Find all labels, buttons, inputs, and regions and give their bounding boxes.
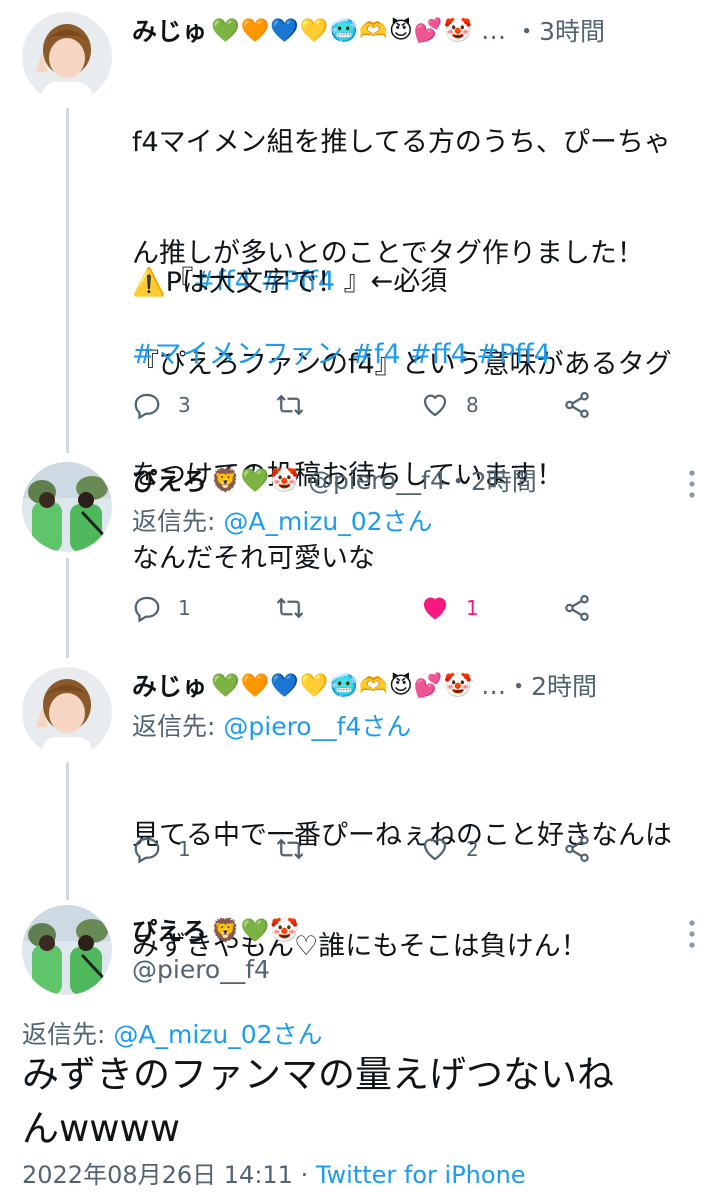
share-icon bbox=[565, 836, 589, 862]
tweet-header: みじゅ 💚🧡💙💛🥶🫶😈💕🤡 … ・2時間 bbox=[132, 665, 686, 705]
reply-context: 返信先: @A_mizu_02さん bbox=[22, 1015, 323, 1051]
tweet-header: ぴえろ 🦁💚🤡 @piero__f4 ・2時間 bbox=[132, 460, 686, 500]
more-icon[interactable] bbox=[688, 464, 696, 504]
name-ellipsis: … bbox=[481, 670, 507, 700]
tweet[interactable]: みじゅ 💚🧡💙💛🥶🫶😈💕🤡 … ・3時間 f4マイメン組を推してる方のうち、ぴー… bbox=[0, 0, 706, 491]
reply-target-link[interactable]: @A_mizu_02さん bbox=[223, 507, 432, 536]
tweet-header: みじゅ 💚🧡💙💛🥶🫶😈💕🤡 … ・3時間 bbox=[132, 10, 686, 50]
tweet-header: ぴえろ 🦁💚🤡 bbox=[132, 910, 686, 950]
display-name[interactable]: ぴえろ bbox=[132, 462, 207, 498]
reply-button[interactable]: 1 bbox=[132, 829, 191, 869]
tweet-text: なんだそれ可愛いな bbox=[132, 543, 375, 574]
name-emojis: 🦁💚🤡 bbox=[211, 467, 300, 494]
share-button[interactable] bbox=[562, 385, 592, 425]
action-bar: 1 2 bbox=[132, 829, 602, 869]
reply-label: 返信先: bbox=[132, 712, 224, 741]
heart-icon bbox=[423, 597, 447, 620]
retweet-button[interactable] bbox=[275, 588, 305, 628]
reply-context: 返信先: @A_mizu_02さん bbox=[132, 502, 433, 538]
timestamp[interactable]: ・2時間 bbox=[506, 667, 597, 703]
avatar[interactable] bbox=[22, 462, 112, 552]
handle[interactable]: @piero__f4 bbox=[308, 466, 446, 495]
tweet[interactable]: ぴえろ 🦁💚🤡 @piero__f4 ・2時間 返信先: @A_mizu_02さ… bbox=[0, 450, 706, 655]
retweet-icon bbox=[276, 597, 304, 619]
tweet-meta: 2022年08月26日 14:11 · Twitter for iPhone bbox=[22, 1155, 526, 1190]
retweet-icon bbox=[276, 838, 304, 860]
share-icon bbox=[565, 595, 589, 621]
avatar[interactable] bbox=[22, 12, 112, 102]
timestamp[interactable]: ・2時間 bbox=[446, 462, 537, 498]
retweet-icon bbox=[276, 394, 304, 416]
display-name[interactable]: ぴえろ bbox=[132, 912, 207, 948]
text-line: みずきのファンマの量えげつないね bbox=[22, 1053, 614, 1096]
display-name[interactable]: みじゅ bbox=[132, 12, 207, 48]
reply-button[interactable]: 3 bbox=[132, 385, 191, 425]
name-emojis: 💚🧡💙💛🥶🫶😈💕🤡 bbox=[211, 672, 474, 699]
warning-line: ⚠️Pは大文字で！ bbox=[132, 267, 344, 298]
like-button[interactable]: 8 bbox=[420, 385, 479, 425]
name-emojis: 💚🧡💙💛🥶🫶😈💕🤡 bbox=[211, 17, 474, 44]
share-button[interactable] bbox=[562, 829, 592, 869]
action-bar: 1 1 bbox=[132, 588, 602, 628]
like-count: 2 bbox=[466, 837, 479, 861]
heart-icon bbox=[423, 838, 447, 861]
avatar[interactable] bbox=[22, 905, 112, 995]
more-icon[interactable] bbox=[688, 914, 696, 954]
reply-target-link[interactable]: @A_mizu_02さん bbox=[113, 1020, 322, 1049]
reply-icon bbox=[134, 596, 160, 623]
like-button[interactable]: 2 bbox=[420, 829, 479, 869]
retweet-button[interactable] bbox=[275, 829, 305, 869]
reply-count: 3 bbox=[178, 393, 191, 417]
reply-button[interactable]: 1 bbox=[132, 588, 191, 628]
text-line: f4マイメン組を推してる方のうち、ぴーちゃ bbox=[132, 127, 671, 158]
hashtag-links[interactable]: #マイメンファン #f4 #ff4 #Pff4 bbox=[132, 336, 686, 373]
display-name[interactable]: みじゅ bbox=[132, 667, 207, 703]
source-link[interactable]: Twitter for iPhone bbox=[316, 1161, 526, 1189]
timestamp[interactable]: ・3時間 bbox=[514, 12, 605, 48]
reply-label: 返信先: bbox=[22, 1020, 114, 1049]
meta-separator: · bbox=[292, 1161, 316, 1189]
heart-icon bbox=[423, 394, 447, 417]
action-bar: 3 8 bbox=[132, 385, 602, 425]
text-line: んwwww bbox=[22, 1107, 181, 1150]
name-ellipsis: … bbox=[481, 15, 507, 45]
tweet[interactable]: みじゅ 💚🧡💙💛🥶🫶😈💕🤡 … ・2時間 返信先: @piero__f4さん 見… bbox=[0, 655, 706, 962]
like-count: 1 bbox=[466, 596, 479, 620]
post-timestamp[interactable]: 2022年08月26日 14:11 bbox=[22, 1161, 293, 1189]
avatar[interactable] bbox=[22, 667, 112, 757]
like-count: 8 bbox=[466, 393, 479, 417]
share-button[interactable] bbox=[562, 588, 592, 628]
tweet-text: みずきのファンマの量えげつないね んwwww bbox=[22, 1048, 686, 1156]
like-button[interactable]: 1 bbox=[420, 588, 479, 628]
name-emojis: 🦁💚🤡 bbox=[211, 917, 300, 944]
reply-target-link[interactable]: @piero__f4さん bbox=[223, 712, 411, 741]
reply-icon bbox=[134, 837, 160, 864]
share-icon bbox=[565, 392, 589, 418]
reply-context: 返信先: @piero__f4さん bbox=[132, 707, 411, 743]
reply-count: 1 bbox=[178, 837, 191, 861]
handle[interactable]: @piero__f4 bbox=[132, 955, 270, 984]
reply-icon bbox=[134, 393, 160, 420]
retweet-button[interactable] bbox=[275, 385, 305, 425]
reply-label: 返信先: bbox=[132, 507, 224, 536]
reply-count: 1 bbox=[178, 596, 191, 620]
